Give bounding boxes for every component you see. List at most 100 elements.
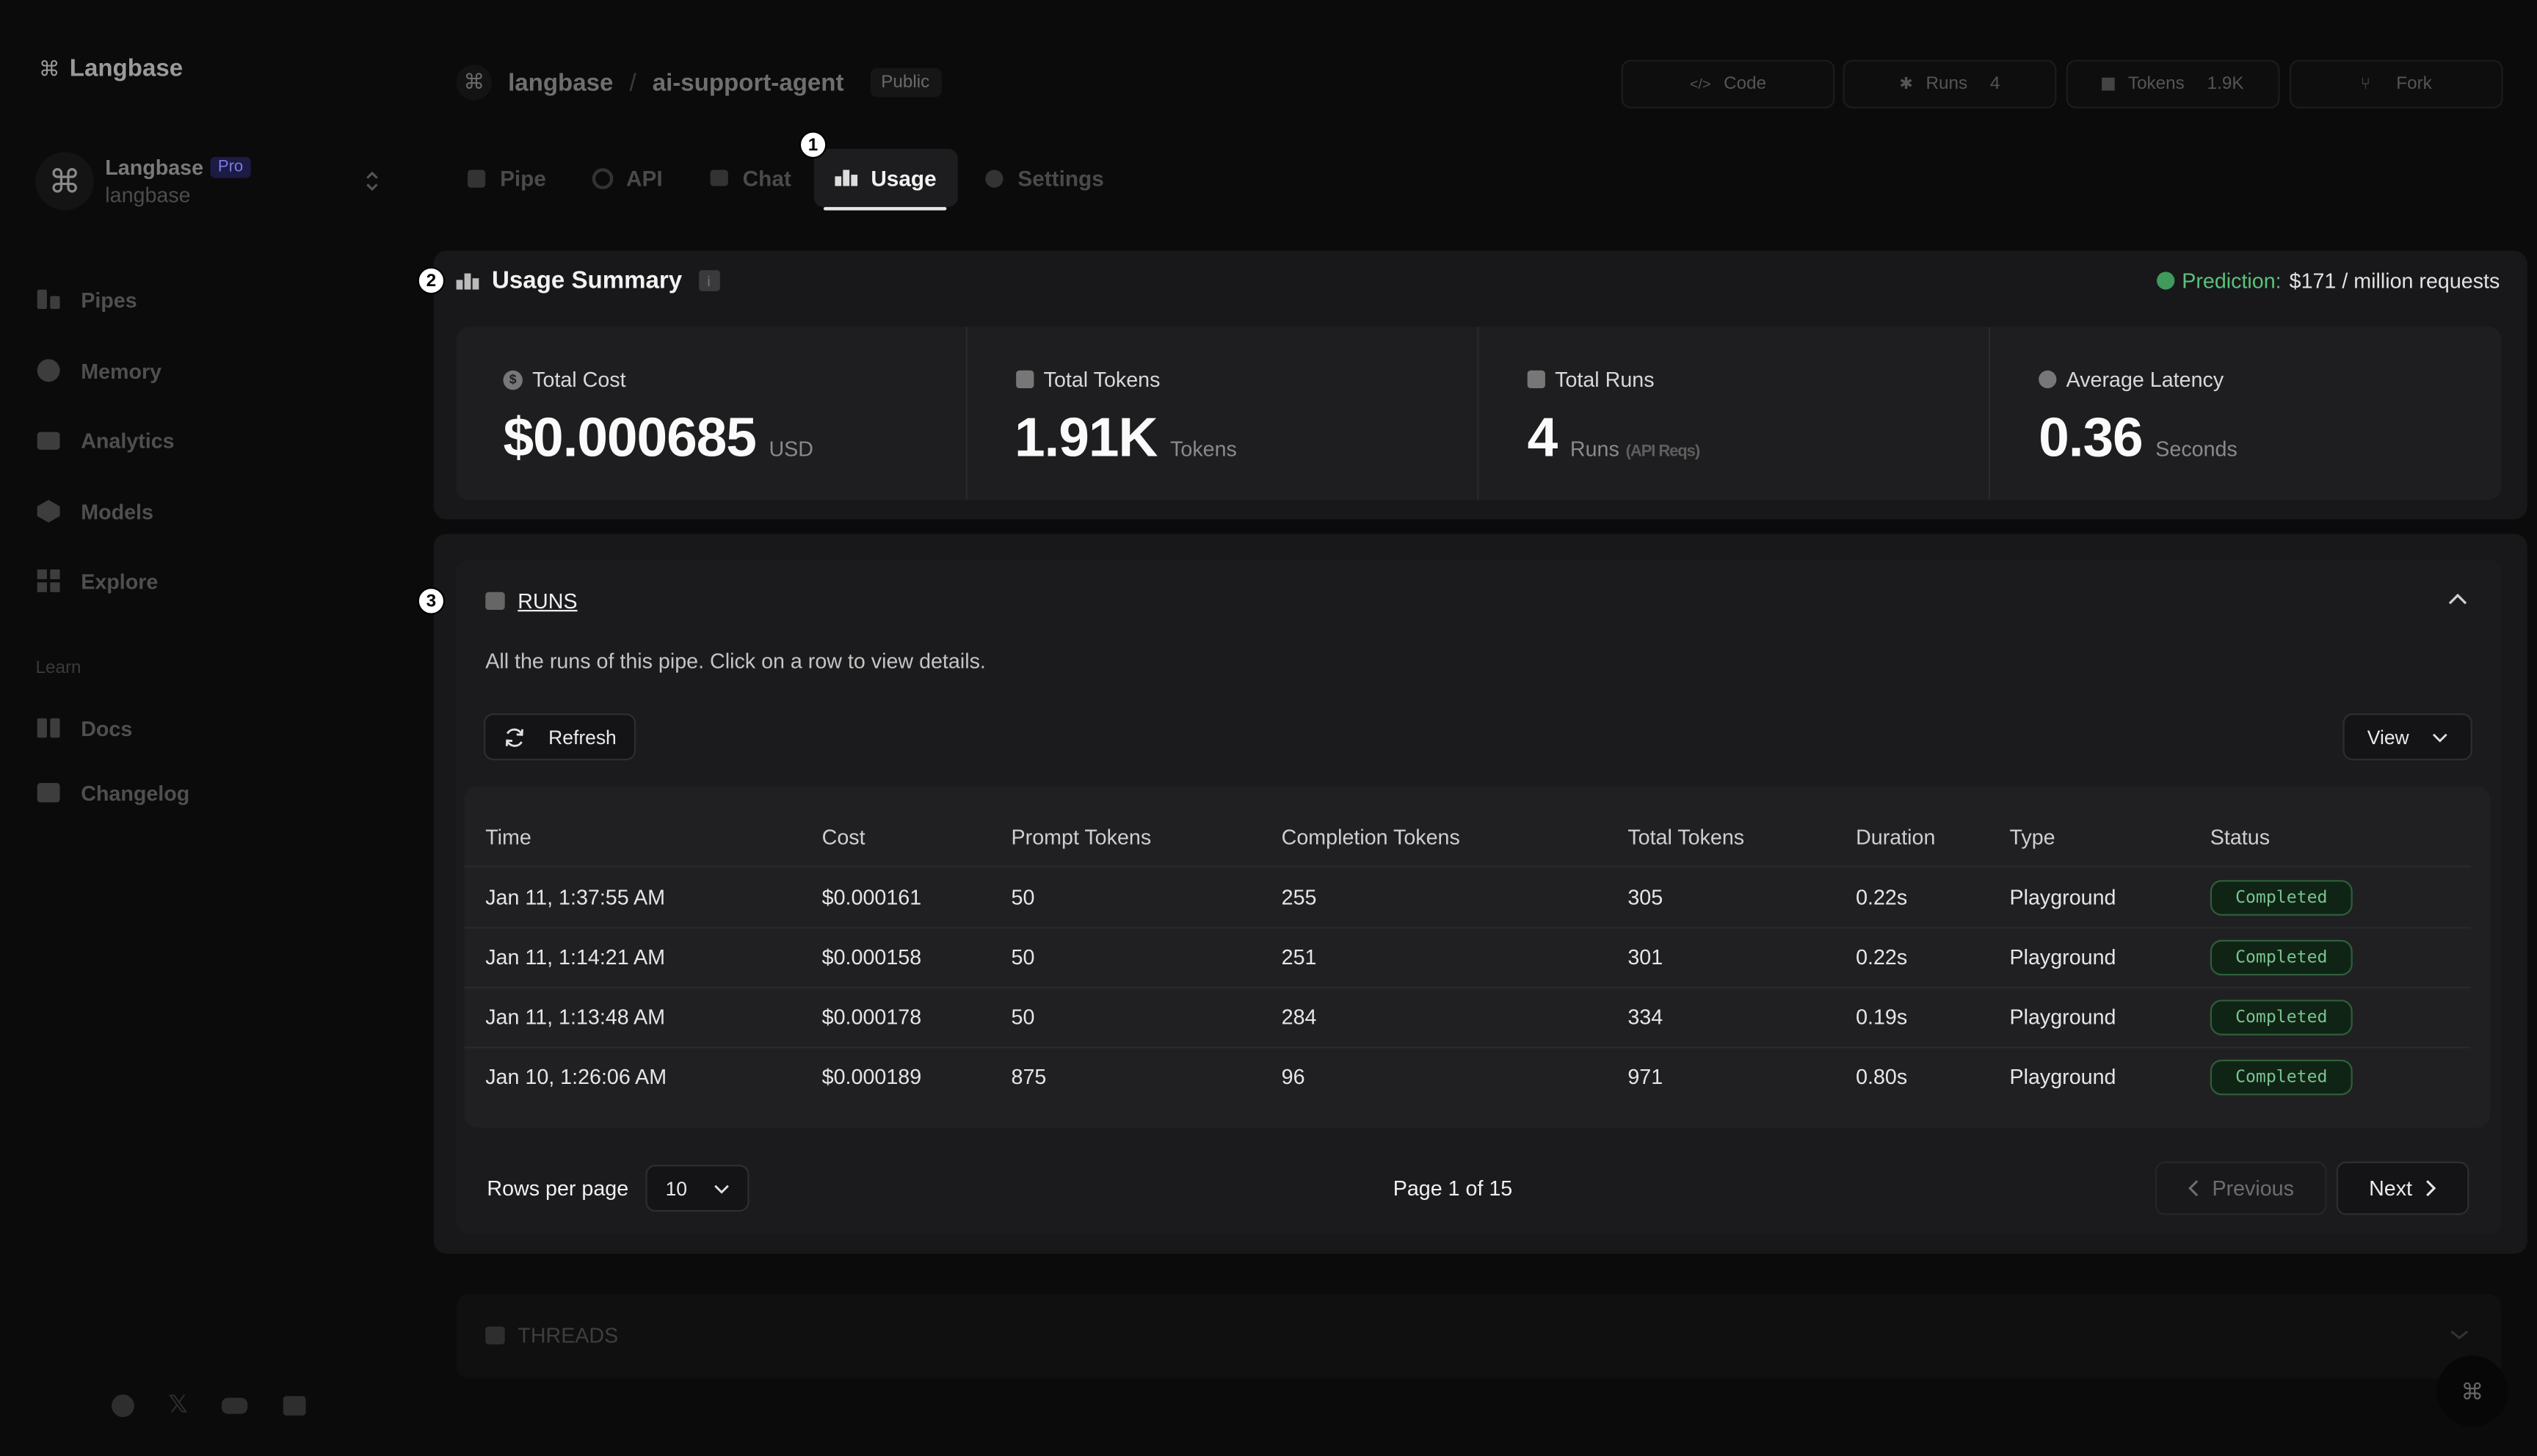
table-cell: 971	[1627, 1064, 1663, 1089]
threads-header[interactable]: THREADS	[485, 1323, 618, 1347]
sidebar-item-changelog[interactable]: Changelog	[35, 780, 189, 806]
table-row[interactable]	[465, 989, 2471, 1046]
runs-title: RUNS	[518, 589, 578, 614]
clock-icon	[2039, 370, 2057, 389]
table-cell: 875	[1011, 1064, 1047, 1089]
stat-value: 0.36	[2039, 407, 2144, 470]
view-label: View	[2367, 725, 2409, 749]
chevron-up-icon[interactable]	[2447, 592, 2469, 608]
org-switcher[interactable]: ⌘ Langbase Pro langbase	[35, 149, 391, 214]
breadcrumb-pipe-name[interactable]: ai-support-agent	[653, 69, 844, 96]
sidebar-item-label: Changelog	[81, 780, 190, 805]
divider	[464, 865, 2471, 867]
info-icon[interactable]: i	[698, 270, 719, 291]
status-badge: Completed	[2210, 939, 2353, 976]
rows-per-page-select[interactable]: 10	[645, 1165, 750, 1212]
stat-subnote: (API Reqs)	[1625, 443, 1701, 462]
sidebar-item-explore[interactable]: Explore	[35, 568, 158, 594]
runs-button[interactable]: ✱ Runs 4	[1843, 59, 2057, 109]
status-badge: Completed	[2210, 1059, 2353, 1096]
table-row[interactable]	[465, 1048, 2471, 1106]
tokens-icon	[1016, 370, 1034, 389]
code-button[interactable]: </> Code	[1621, 59, 1835, 109]
rows-per-page-value: 10	[665, 1176, 688, 1200]
refresh-icon	[503, 726, 526, 749]
table-row[interactable]	[465, 928, 2471, 986]
threads-icon	[485, 1326, 505, 1344]
x-icon[interactable]: 𝕏	[168, 1392, 188, 1419]
stat-total-cost: $0.000685 USD	[503, 408, 813, 471]
explore-icon	[35, 568, 61, 594]
tokens-button[interactable]: Tokens 1.9K	[2066, 59, 2280, 109]
tab-chat[interactable]: Chat	[708, 149, 791, 207]
sidebar-item-label: Explore	[81, 568, 159, 593]
sidebar-item-label: Memory	[81, 358, 162, 383]
table-cell: Jan 11, 1:13:48 AM	[485, 1004, 666, 1029]
chevron-down-icon	[2432, 732, 2448, 742]
column-header: Completion Tokens	[1281, 825, 1460, 850]
table-cell: $0.000158	[821, 944, 922, 969]
command-icon: ⌘	[38, 56, 60, 81]
next-button[interactable]: Next	[2336, 1161, 2469, 1215]
table-cell: 301	[1627, 944, 1663, 969]
view-dropdown[interactable]: View	[2342, 713, 2472, 761]
column-header: Status	[2210, 825, 2271, 850]
memory-icon	[35, 357, 61, 383]
command-menu-button[interactable]: ⌘	[2436, 1355, 2508, 1427]
plan-badge: Pro	[209, 156, 252, 178]
runs-description: All the runs of this pipe. Click on a ro…	[485, 648, 986, 674]
sidebar-item-docs[interactable]: Docs	[35, 715, 132, 740]
table-cell: Playground	[2009, 1064, 2116, 1089]
newsletter-icon[interactable]	[282, 1393, 308, 1419]
stat-label-text: Total Runs	[1555, 367, 1655, 392]
code-icon: </>	[1689, 76, 1711, 92]
code-button-label: Code	[1724, 74, 1767, 94]
column-header: Prompt Tokens	[1011, 825, 1152, 850]
sidebar-item-memory[interactable]: Memory	[35, 357, 161, 383]
breadcrumb-owner[interactable]: langbase	[508, 69, 613, 96]
table-cell: 50	[1011, 884, 1035, 909]
sidebar-item-pipes[interactable]: Pipes	[35, 286, 137, 312]
brand-logo[interactable]: ⌘ Langbase	[39, 55, 183, 82]
runs-section-icon	[485, 592, 505, 611]
previous-button[interactable]: Previous	[2155, 1161, 2327, 1215]
book-icon	[35, 715, 61, 740]
sidebar-item-label: Models	[81, 499, 153, 524]
pipe-icon	[35, 286, 61, 312]
fork-button[interactable]: ⑂ Fork	[2289, 59, 2503, 109]
stat-average-latency-label: Average Latency	[2039, 367, 2224, 391]
column-header: Duration	[1856, 825, 1936, 850]
tab-api[interactable]: API	[592, 149, 663, 207]
discord-icon[interactable]	[220, 1393, 250, 1419]
stat-unit: Runs	[1569, 437, 1619, 462]
tab-label: Pipe	[500, 165, 546, 191]
runs-header[interactable]: RUNS	[485, 589, 578, 614]
tab-usage[interactable]: Usage	[813, 148, 958, 208]
chevron-down-icon[interactable]	[2448, 1328, 2471, 1342]
tab-label: Chat	[742, 165, 791, 191]
prediction: Prediction: $171 / million requests	[2155, 268, 2500, 293]
threads-panel[interactable]	[456, 1294, 2502, 1379]
table-cell: 50	[1011, 944, 1035, 969]
prediction-label: Prediction:	[2182, 268, 2282, 293]
prediction-icon	[2155, 272, 2174, 290]
org-handle: langbase	[105, 183, 191, 208]
tab-settings[interactable]: Settings	[984, 149, 1104, 207]
refresh-button[interactable]: Refresh	[484, 713, 636, 761]
tab-pipe[interactable]: Pipe	[466, 149, 546, 207]
column-header: Time	[485, 825, 531, 850]
github-icon[interactable]	[110, 1393, 136, 1419]
divider	[1988, 327, 1991, 500]
table-cell: 96	[1281, 1064, 1305, 1089]
tab-label: Settings	[1017, 165, 1104, 191]
table-cell: Jan 11, 1:37:55 AM	[485, 884, 666, 909]
sidebar-item-analytics[interactable]: Analytics	[35, 427, 175, 453]
status-badge: Completed	[2210, 1000, 2353, 1035]
tokens-button-label: Tokens	[2127, 74, 2185, 94]
table-row[interactable]	[465, 869, 2471, 927]
chevron-left-icon	[2188, 1179, 2199, 1197]
pipe-logo-icon: ⌘	[456, 65, 493, 101]
sidebar-item-models[interactable]: Models	[35, 498, 153, 524]
chevron-down-icon	[713, 1184, 729, 1193]
stat-label-text: Total Tokens	[1043, 367, 1161, 392]
